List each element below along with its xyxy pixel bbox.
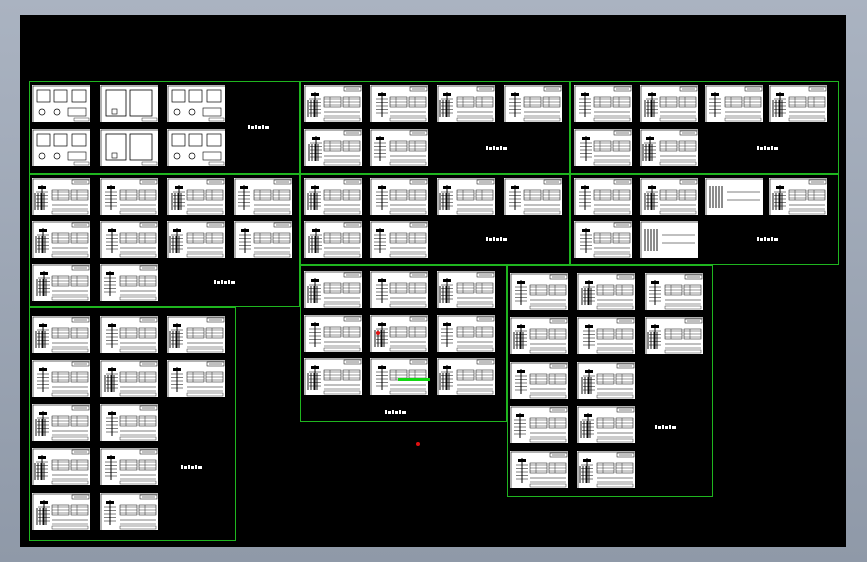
drawing-sheet[interactable]	[31, 315, 91, 354]
drawing-sheet[interactable]	[166, 84, 226, 123]
drawing-sheet[interactable]	[639, 177, 699, 216]
drawing-sheet[interactable]	[509, 361, 569, 400]
drawing-sheet[interactable]	[509, 405, 569, 444]
cursor-marker	[416, 442, 420, 446]
drawing-sheet[interactable]	[768, 177, 828, 216]
drawing-sheet[interactable]	[31, 84, 91, 123]
frame-caption	[248, 124, 270, 132]
drawing-sheet[interactable]	[503, 84, 563, 123]
drawing-sheet[interactable]	[639, 220, 699, 259]
frame-caption	[655, 424, 677, 432]
drawing-sheet[interactable]	[303, 220, 363, 259]
drawing-sheet[interactable]	[576, 450, 636, 489]
frame-caption	[385, 409, 407, 417]
drawing-sheet[interactable]	[369, 270, 429, 309]
drawing-sheet[interactable]	[503, 177, 563, 216]
drawing-sheet[interactable]	[303, 84, 363, 123]
drawing-sheet[interactable]	[573, 177, 633, 216]
drawing-sheet[interactable]	[576, 405, 636, 444]
drawing-sheet[interactable]	[166, 359, 226, 398]
drawing-sheet[interactable]	[303, 314, 363, 353]
drawing-sheet[interactable]	[303, 357, 363, 396]
drawing-sheet[interactable]	[31, 492, 91, 531]
drawing-sheet[interactable]	[436, 314, 496, 353]
drawing-sheet[interactable]	[99, 403, 159, 442]
drawing-sheet[interactable]	[576, 361, 636, 400]
drawing-sheet[interactable]	[436, 84, 496, 123]
drawing-sheet[interactable]	[99, 128, 159, 167]
drawing-sheet[interactable]	[166, 177, 226, 216]
drawing-sheet[interactable]	[369, 177, 429, 216]
drawing-sheet[interactable]	[644, 316, 704, 355]
drawing-sheet[interactable]	[31, 220, 91, 259]
drawing-sheet[interactable]	[509, 450, 569, 489]
drawing-sheet[interactable]	[573, 128, 633, 167]
cursor-marker	[376, 331, 380, 335]
frame-caption	[757, 236, 779, 244]
drawing-sheet[interactable]	[31, 128, 91, 167]
drawing-sheet[interactable]	[369, 357, 429, 396]
drawing-sheet[interactable]	[31, 359, 91, 398]
drawing-sheet[interactable]	[99, 447, 159, 486]
drawing-sheet[interactable]	[166, 220, 226, 259]
drawing-sheet[interactable]	[639, 84, 699, 123]
drawing-sheet[interactable]	[31, 177, 91, 216]
drawing-sheet[interactable]	[509, 272, 569, 311]
frame-caption	[486, 145, 508, 153]
drawing-sheet[interactable]	[369, 128, 429, 167]
drawing-sheet[interactable]	[233, 177, 293, 216]
frame-caption	[486, 236, 508, 244]
drawing-sheet[interactable]	[509, 316, 569, 355]
drawing-sheet[interactable]	[303, 128, 363, 167]
drawing-sheet[interactable]	[99, 220, 159, 259]
drawing-sheet[interactable]	[303, 270, 363, 309]
drawing-sheet[interactable]	[573, 220, 633, 259]
drawing-sheet[interactable]	[369, 220, 429, 259]
drawing-sheet[interactable]	[369, 84, 429, 123]
drawing-sheet[interactable]	[436, 177, 496, 216]
drawing-sheet[interactable]	[576, 272, 636, 311]
drawing-sheet[interactable]	[704, 84, 764, 123]
drawing-sheet[interactable]	[436, 270, 496, 309]
drawing-sheet[interactable]	[99, 84, 159, 123]
cad-drawing-canvas[interactable]	[20, 15, 846, 547]
drawing-sheet[interactable]	[99, 263, 159, 302]
drawing-sheet[interactable]	[303, 177, 363, 216]
drawing-sheet[interactable]	[576, 316, 636, 355]
frame-caption	[757, 145, 779, 153]
drawing-sheet[interactable]	[704, 177, 764, 216]
drawing-sheet[interactable]	[166, 315, 226, 354]
drawing-sheet[interactable]	[436, 357, 496, 396]
drawing-sheet[interactable]	[99, 177, 159, 216]
selection-highlight	[398, 378, 430, 381]
drawing-sheet[interactable]	[644, 272, 704, 311]
drawing-sheet[interactable]	[31, 403, 91, 442]
drawing-sheet[interactable]	[166, 128, 226, 167]
drawing-sheet[interactable]	[233, 220, 293, 259]
drawing-sheet[interactable]	[31, 447, 91, 486]
drawing-sheet[interactable]	[31, 263, 91, 302]
drawing-sheet[interactable]	[99, 359, 159, 398]
frame-caption	[181, 464, 203, 472]
drawing-sheet[interactable]	[768, 84, 828, 123]
drawing-sheet[interactable]	[639, 128, 699, 167]
drawing-sheet[interactable]	[573, 84, 633, 123]
drawing-sheet[interactable]	[99, 315, 159, 354]
drawing-sheet[interactable]	[99, 492, 159, 531]
frame-caption	[214, 279, 236, 287]
